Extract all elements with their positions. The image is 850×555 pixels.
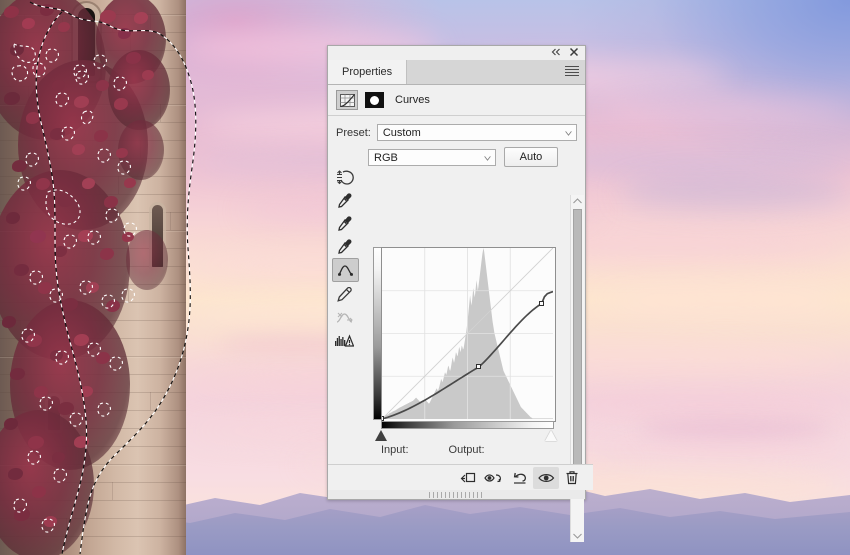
black-point-slider[interactable] [375,430,387,441]
sample-white-point-eyedropper[interactable] [332,235,357,257]
output-label: Output: [448,444,485,456]
curves-icon[interactable] [336,90,358,110]
curves-graph-area [372,247,562,442]
sample-gray-point-eyedropper[interactable] [332,212,357,234]
smooth-curve-icon [336,312,353,323]
channel-row: RGB Auto [328,145,585,173]
input-label: Input: [381,444,409,456]
adjustment-title: Curves [395,94,430,106]
scrollbar-thumb[interactable] [573,209,582,494]
preset-label: Preset: [336,126,371,139]
scroll-down-button[interactable] [571,530,584,542]
curves-graph[interactable] [381,247,556,422]
channel-value: RGB [374,151,398,164]
channel-select[interactable]: RGB [368,148,496,166]
curves-tool-strip [332,166,360,352]
curve-control-points[interactable] [382,248,553,421]
output-gradient-bar [373,247,381,420]
eyedropper-black-icon [337,193,351,208]
delete-adjustment-layer-button[interactable] [559,467,585,489]
mask-circle [370,95,379,105]
curves-grid-icon [339,93,355,107]
reset-adjustment-button[interactable] [507,467,533,489]
clip-to-layer-button[interactable] [455,467,481,489]
input-gradient-bar [381,421,554,429]
eyedropper-white-icon [337,239,351,254]
panel-footer [328,464,593,490]
panel-menu-button[interactable] [565,66,579,77]
pencil-icon [337,286,352,302]
preset-row: Preset: Custom [328,116,585,145]
chevron-up-icon [573,198,582,204]
eye-icon [537,473,554,482]
on-image-adjustment-tool[interactable] [332,166,357,188]
target-hand-icon [336,169,354,185]
close-panel-button[interactable] [567,47,581,60]
clip-to-layer-icon [460,472,476,482]
chevron-down-icon [484,155,491,161]
smooth-curve-values[interactable] [332,306,357,328]
photoshop-canvas: Properties Curves Preset: Custom RGB Aut… [0,0,850,555]
reset-undo-icon [513,472,527,484]
panel-tab-bar: Properties [328,60,585,85]
panel-title-bar [328,46,585,60]
menu-line [565,69,579,70]
preset-select[interactable]: Custom [376,124,577,141]
menu-line [565,66,579,67]
menu-line [565,75,579,76]
collapse-to-icons-button[interactable] [549,47,563,60]
eyedropper-gray-icon [337,216,351,231]
close-icon [569,47,579,57]
tab-properties[interactable]: Properties [328,60,408,84]
draw-curve-pencil-tool[interactable] [332,283,357,305]
input-output-row: Input: Output: [381,444,561,456]
chevron-down-icon [565,131,572,136]
curve-control-point[interactable] [476,363,482,369]
chevron-down-icon [573,533,582,539]
toggle-layer-visibility-button[interactable] [533,466,559,489]
white-point-slider[interactable] [545,430,557,441]
preset-value: Custom [382,127,421,139]
view-previous-state-button[interactable] [481,467,507,489]
edit-points-curve-tool[interactable] [332,258,359,282]
curve-control-point[interactable] [538,300,544,306]
curve-point-icon [337,264,354,276]
adjustment-header: Curves [328,85,585,116]
panel-resize-strip [328,490,585,499]
panel-body: Preset: Custom RGB Auto Input: Output: [328,116,585,542]
scroll-up-button[interactable] [571,195,584,207]
histogram-warning-icon [335,333,354,347]
properties-panel[interactable]: Properties Curves Preset: Custom RGB Aut… [327,45,593,542]
panel-resize-grip[interactable] [428,492,485,498]
menu-line [565,72,579,73]
double-chevron-left-icon [551,48,560,56]
curves-display-options[interactable] [332,329,357,351]
trash-icon [566,471,578,485]
castle-tower [0,0,186,555]
eye-previous-state-icon [484,473,501,482]
auto-button[interactable]: Auto [504,147,558,167]
layer-mask-thumbnail[interactable] [365,92,384,108]
sample-black-point-eyedropper[interactable] [332,189,357,211]
